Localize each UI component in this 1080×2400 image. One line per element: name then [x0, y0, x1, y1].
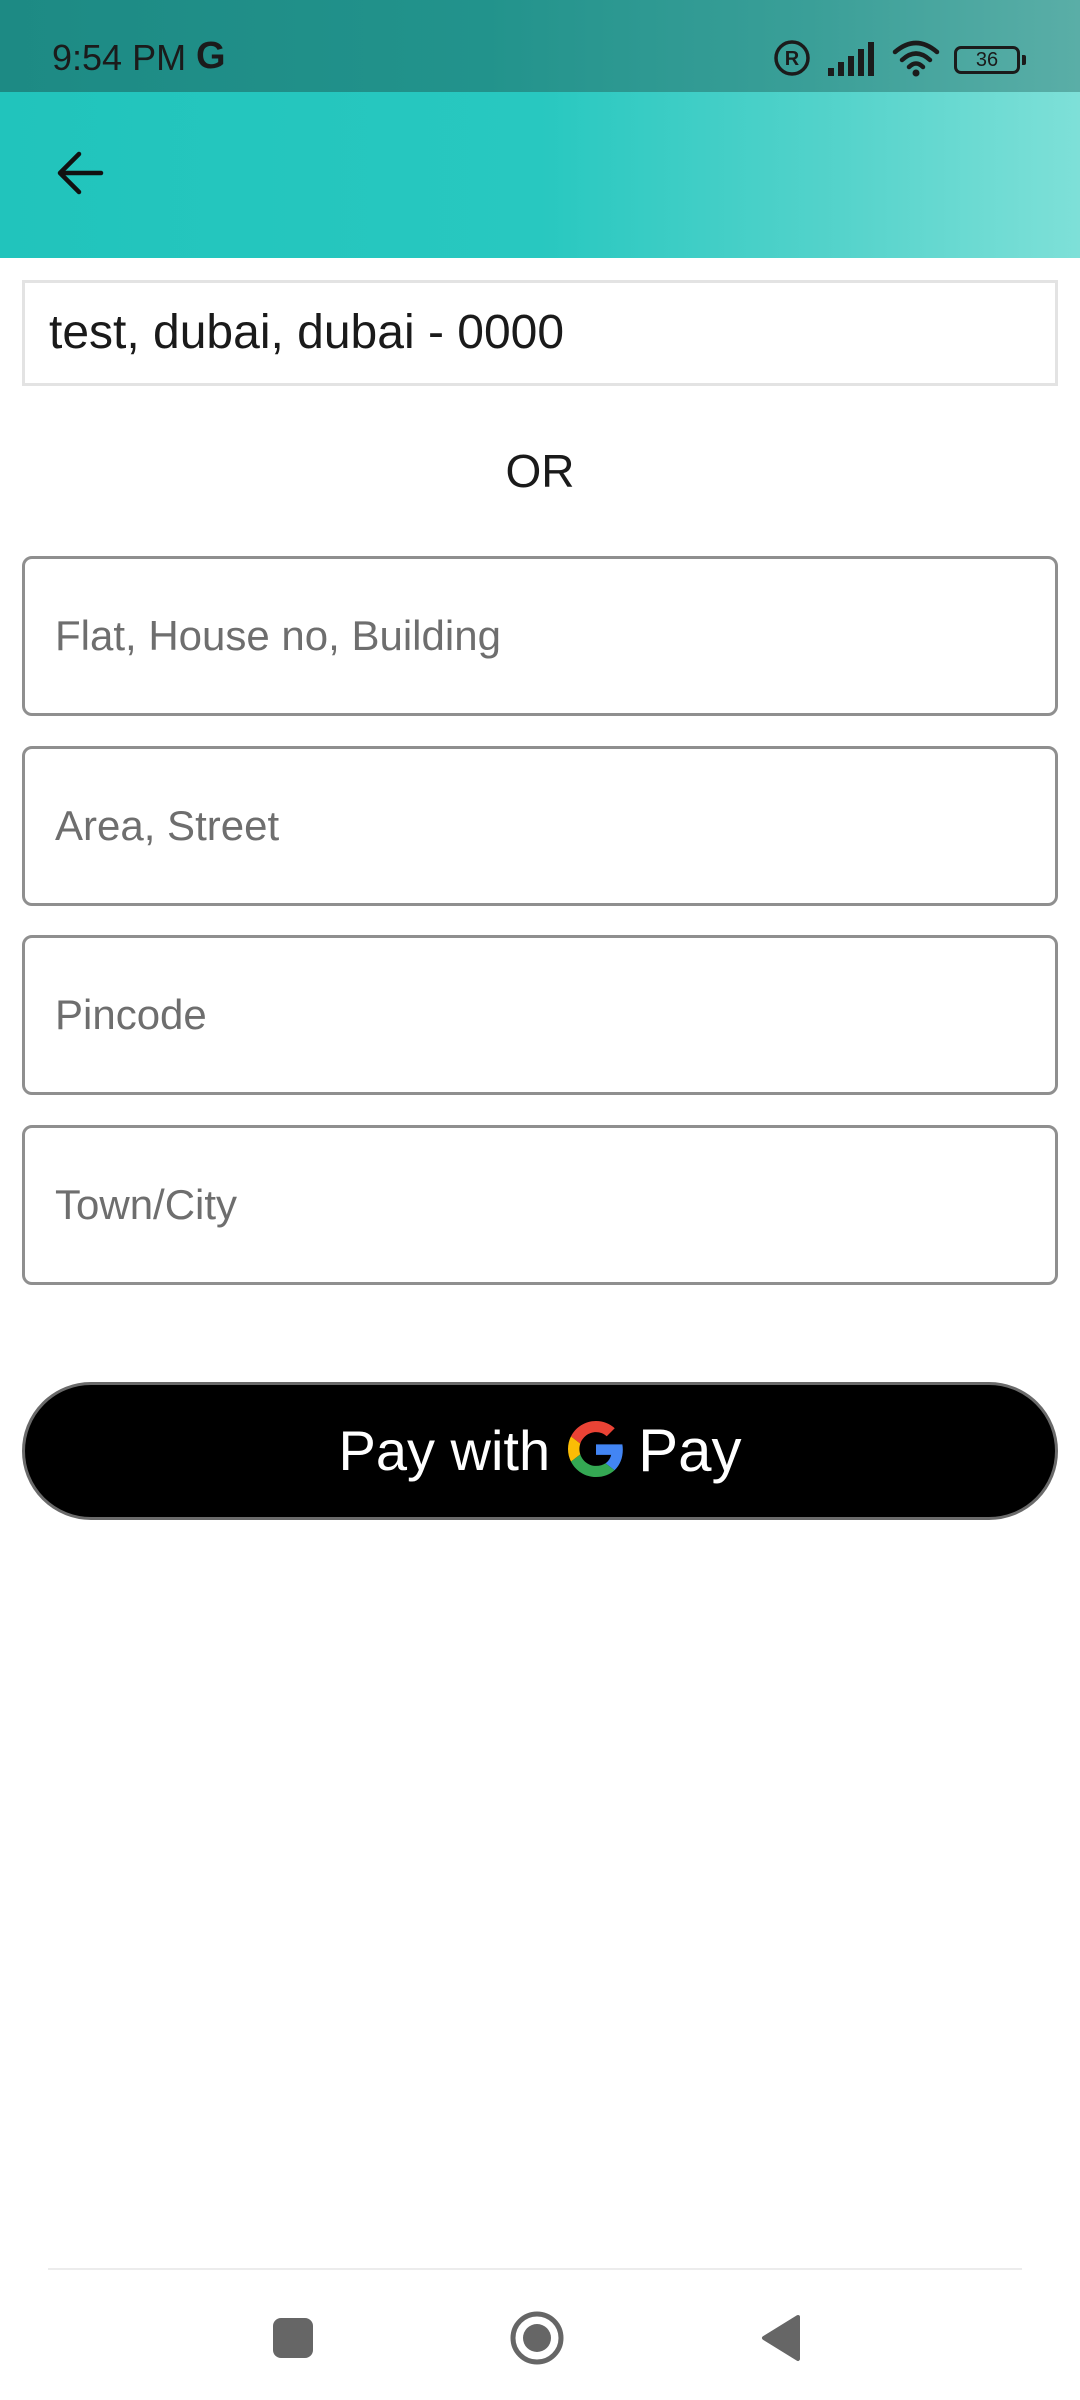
pincode-field[interactable]: [22, 935, 1058, 1095]
recent-apps-button[interactable]: [243, 2290, 343, 2390]
area-street-field[interactable]: [22, 746, 1058, 906]
home-button[interactable]: [487, 2290, 587, 2390]
or-separator: OR: [505, 445, 575, 497]
home-icon: [508, 2309, 566, 2372]
carrier-g-icon: G: [196, 35, 226, 77]
app-bar: [0, 92, 1080, 258]
back-nav-button[interactable]: [731, 2290, 831, 2390]
saved-address[interactable]: test, dubai, dubai - 0000: [22, 280, 1058, 386]
google-pay-button[interactable]: Pay with Pay: [22, 1382, 1058, 1520]
signal-icon: [826, 40, 878, 81]
arrow-left-icon: [55, 150, 105, 201]
wifi-icon: [892, 39, 940, 82]
google-g-icon: [568, 1420, 624, 1482]
battery-icon: 36: [954, 46, 1026, 74]
town-city-field[interactable]: [22, 1125, 1058, 1285]
status-icons: R 36: [772, 38, 1026, 83]
pay-button-label: Pay with: [338, 1419, 551, 1482]
back-icon: [758, 2313, 804, 2368]
status-time: 9:54 PM: [52, 37, 187, 78]
registered-icon: R: [772, 38, 812, 83]
system-nav-bar: [0, 2270, 1080, 2400]
back-button[interactable]: [40, 135, 120, 215]
gpay-brand-text: Pay: [638, 1417, 742, 1484]
status-bar: 9:54 PM G R 36: [0, 0, 1080, 92]
recent-apps-icon: [271, 2316, 315, 2365]
flat-house-field[interactable]: [22, 556, 1058, 716]
svg-text:R: R: [785, 48, 800, 70]
